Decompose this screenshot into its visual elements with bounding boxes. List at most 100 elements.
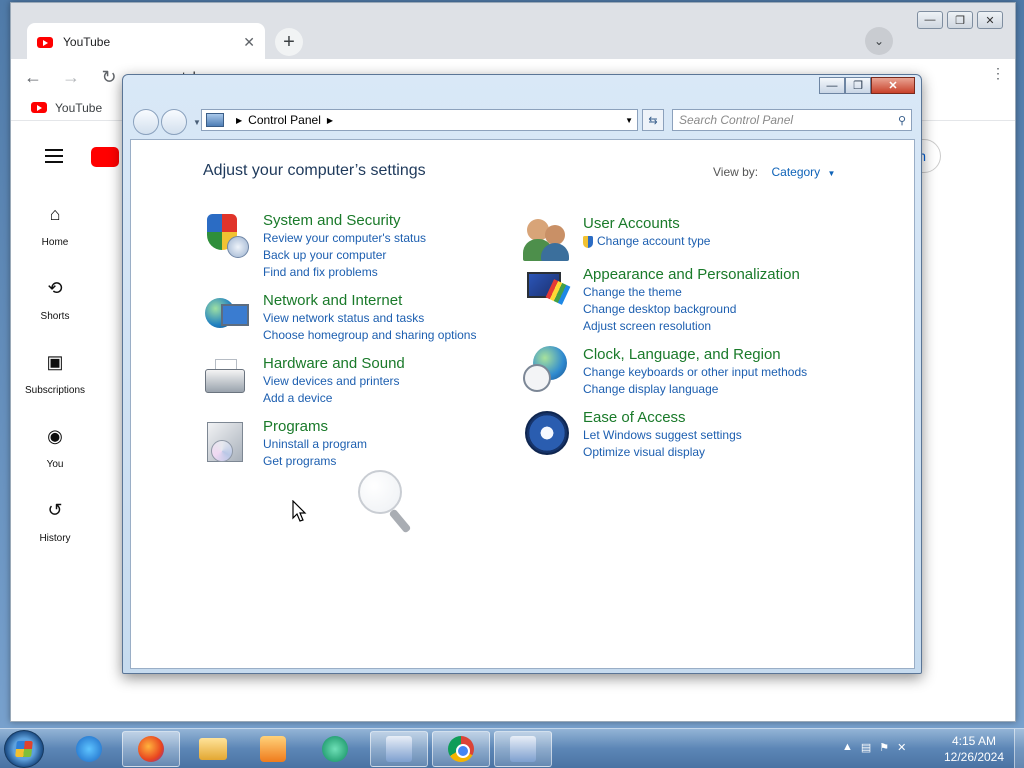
category-title[interactable]: Network and Internet — [263, 292, 476, 310]
sidebar-item-shorts[interactable]: ⟲ Shorts — [19, 273, 91, 347]
close-button[interactable]: ✕ — [977, 11, 1003, 29]
category-link[interactable]: Let Windows suggest settings — [583, 427, 742, 444]
category-link[interactable]: Change keyboards or other input methods — [583, 364, 807, 381]
printer-icon[interactable] — [203, 355, 251, 403]
back-icon[interactable]: ← — [17, 67, 49, 88]
sidebar-item-label: Home — [41, 237, 69, 248]
tab-close-icon[interactable]: ✕ — [243, 34, 255, 51]
page-title: Adjust your computer’s settings — [203, 162, 426, 179]
reload-icon[interactable]: ↻ — [93, 67, 125, 88]
tray-expand-icon[interactable]: ▲ — [842, 741, 853, 754]
sidebar-item-home[interactable]: ⌂ Home — [19, 199, 91, 273]
ease-of-access-icon[interactable] — [523, 409, 571, 457]
users-icon[interactable] — [523, 215, 571, 263]
control-panel-icon — [206, 113, 224, 127]
volume-muted-icon[interactable]: ✕ — [897, 741, 906, 754]
category-user-accounts: User Accounts Change account type — [523, 215, 710, 263]
view-by-dropdown[interactable]: Category — [771, 165, 820, 179]
cp-maximize-button[interactable]: ❐ — [845, 77, 871, 94]
address-bar[interactable]: ▶ Control Panel ▶ ▼ — [201, 109, 638, 131]
breadcrumb-control-panel[interactable]: Control Panel — [248, 113, 321, 127]
category-ease-of-access: Ease of Access Let Windows suggest setti… — [523, 409, 742, 461]
minimize-button[interactable]: — — [917, 11, 943, 29]
network-tray-icon[interactable]: ▤ — [861, 741, 871, 754]
cp-minimize-button[interactable]: — — [819, 77, 845, 94]
cp-close-button[interactable]: ✕ — [871, 77, 915, 94]
breadcrumb-separator-icon[interactable]: ▶ — [327, 116, 333, 125]
taskbar-media-player[interactable] — [244, 731, 302, 767]
search-icon[interactable]: ⚲ — [898, 114, 906, 127]
bookmark-youtube[interactable]: YouTube — [55, 101, 102, 115]
breadcrumb-separator-icon[interactable]: ▶ — [236, 116, 242, 125]
back-arrow-icon[interactable] — [133, 109, 159, 135]
sidebar-item-label: Subscriptions — [24, 385, 86, 396]
category-link[interactable]: Get programs — [263, 453, 367, 470]
programs-icon[interactable] — [203, 418, 251, 466]
category-link[interactable]: View devices and printers — [263, 373, 405, 390]
address-dropdown-icon[interactable]: ▼ — [625, 116, 633, 125]
system-tray: ▲ ▤ ⚑ ✕ — [842, 741, 906, 754]
category-link[interactable]: Add a device — [263, 390, 405, 407]
taskbar-firefox[interactable] — [122, 731, 180, 767]
forward-arrow-icon[interactable] — [161, 109, 187, 135]
show-desktop-button[interactable] — [1014, 729, 1024, 768]
category-link[interactable]: Uninstall a program — [263, 436, 367, 453]
category-title[interactable]: Programs — [263, 418, 367, 436]
appearance-icon[interactable] — [523, 266, 571, 314]
action-center-flag-icon[interactable]: ⚑ — [879, 741, 889, 754]
sidebar-item-you[interactable]: ◉ You — [19, 421, 91, 495]
internet-explorer-icon — [76, 736, 102, 762]
category-link[interactable]: Review your computer's status — [263, 230, 426, 247]
menu-icon[interactable]: ⋮ — [991, 65, 1005, 82]
recent-pages-dropdown-icon[interactable]: ▼ — [193, 118, 201, 127]
category-title[interactable]: Hardware and Sound — [263, 355, 405, 373]
category-title[interactable]: Ease of Access — [583, 409, 742, 427]
category-link[interactable]: View network status and tasks — [263, 310, 476, 327]
shield-icon[interactable] — [203, 212, 251, 260]
tab-search-button[interactable]: ⌄ — [865, 27, 893, 55]
taskbar-clock[interactable]: 4:15 AM 12/26/2024 — [936, 733, 1012, 765]
category-link[interactable]: Change the theme — [583, 284, 800, 301]
forward-icon[interactable]: → — [55, 67, 87, 88]
taskbar-file-explorer[interactable] — [184, 731, 242, 767]
refresh-button[interactable]: ⇆ — [642, 109, 664, 131]
new-tab-button[interactable]: + — [275, 28, 303, 56]
sidebar-item-subscriptions[interactable]: ▣ Subscriptions — [19, 347, 91, 421]
maximize-button[interactable]: ❐ — [947, 11, 973, 29]
youtube-logo-icon[interactable] — [91, 147, 119, 167]
search-placeholder: Search Control Panel — [679, 113, 794, 127]
control-panel-window-controls: — ❐ ✕ — [819, 77, 915, 94]
sidebar-item-label: You — [46, 459, 64, 470]
category-link[interactable]: Back up your computer — [263, 247, 426, 264]
history-icon: ↺ — [47, 499, 63, 520]
search-input[interactable]: Search Control Panel ⚲ — [672, 109, 912, 131]
taskbar-chrome[interactable] — [432, 731, 490, 767]
category-title[interactable]: Appearance and Personalization — [583, 266, 800, 284]
category-system-security: System and Security Review your computer… — [203, 212, 426, 281]
tab-youtube[interactable]: YouTube ✕ — [27, 23, 265, 61]
menu-hamburger-icon[interactable] — [45, 149, 63, 167]
magnifier-icon[interactable] — [358, 470, 418, 538]
taskbar-app-green[interactable] — [306, 731, 364, 767]
chevron-down-icon[interactable]: ▼ — [828, 169, 836, 178]
category-link[interactable]: Change display language — [583, 381, 807, 398]
category-title[interactable]: User Accounts — [583, 215, 710, 233]
category-title[interactable]: System and Security — [263, 212, 426, 230]
sidebar-item-history[interactable]: ↺ History — [19, 495, 91, 569]
taskbar-control-panel[interactable] — [494, 731, 552, 767]
category-link[interactable]: Choose homegroup and sharing options — [263, 327, 476, 344]
taskbar-control-panel-app[interactable] — [370, 731, 428, 767]
category-link[interactable]: Adjust screen resolution — [583, 318, 800, 335]
start-button[interactable] — [4, 730, 44, 768]
network-icon[interactable] — [203, 292, 251, 340]
taskbar-internet-explorer[interactable] — [60, 731, 118, 767]
category-link[interactable]: Change account type — [583, 233, 710, 250]
category-title[interactable]: Clock, Language, and Region — [583, 346, 807, 364]
shorts-icon: ⟲ — [47, 277, 63, 298]
clock-globe-icon[interactable] — [523, 346, 571, 394]
category-link[interactable]: Change desktop background — [583, 301, 800, 318]
category-appearance: Appearance and Personalization Change th… — [523, 266, 800, 335]
category-link[interactable]: Optimize visual display — [583, 444, 742, 461]
taskbar: ▲ ▤ ⚑ ✕ 4:15 AM 12/26/2024 — [0, 728, 1024, 768]
category-link[interactable]: Find and fix problems — [263, 264, 426, 281]
